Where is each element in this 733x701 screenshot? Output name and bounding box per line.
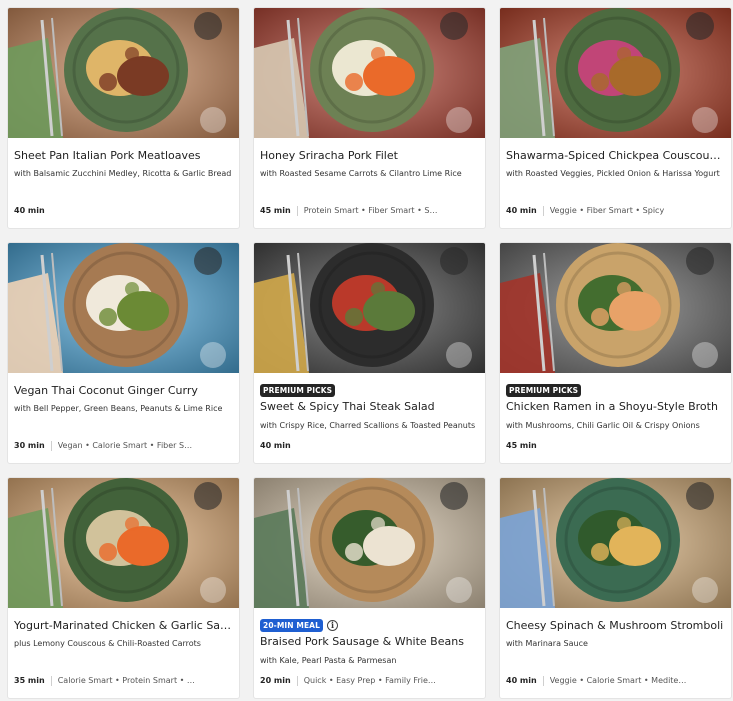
- recipe-title[interactable]: Vegan Thai Coconut Ginger Curry: [14, 384, 233, 398]
- recipe-subtitle: with Mushrooms, Chili Garlic Oil & Crisp…: [506, 421, 700, 430]
- recipe-title[interactable]: Cheesy Spinach & Mushroom Stromboli: [506, 619, 725, 633]
- recipe-photo[interactable]: [254, 8, 485, 138]
- recipe-subtitle: with Kale, Pearl Pasta & Parmesan: [260, 656, 397, 665]
- cook-time: 40 min: [506, 206, 537, 215]
- recipe-meta: 45 min: [506, 440, 725, 451]
- recipe-tags: Quick • Easy Prep • Family Frie…: [303, 676, 436, 685]
- food-image: [8, 8, 239, 138]
- recipe-tags: Veggie • Calorie Smart • Medite…: [549, 676, 687, 685]
- recipe-badge: PREMIUM PICKS: [506, 383, 582, 397]
- food-image: [500, 478, 731, 608]
- recipe-subtitle: with Crispy Rice, Charred Scallions & To…: [260, 421, 476, 430]
- meta-divider: [50, 675, 52, 686]
- recipe-info: Yogurt-Marinated Chicken & Garlic Sauce …: [14, 608, 233, 698]
- recipe-card[interactable]: PREMIUM PICKS Sweet & Spicy Thai Steak S…: [254, 243, 485, 463]
- cook-time: 40 min: [506, 676, 537, 685]
- recipe-card[interactable]: Yogurt-Marinated Chicken & Garlic Sauce …: [8, 478, 239, 698]
- recipe-title[interactable]: Yogurt-Marinated Chicken & Garlic Sauce: [14, 619, 233, 633]
- recipe-subtitle: with Roasted Veggies, Pickled Onion & Ha…: [506, 169, 720, 178]
- recipe-subtitle: with Roasted Sesame Carrots & Cilantro L…: [260, 169, 462, 178]
- recipe-info: Vegan Thai Coconut Ginger Curry with Bel…: [14, 373, 233, 463]
- meta-divider: [296, 205, 298, 216]
- recipe-photo[interactable]: [8, 478, 239, 608]
- info-icon[interactable]: i: [326, 619, 338, 631]
- recipe-info: PREMIUM PICKS Sweet & Spicy Thai Steak S…: [260, 373, 479, 463]
- recipe-photo[interactable]: [8, 243, 239, 373]
- recipe-tags: Protein Smart • Fiber Smart • S…: [303, 206, 438, 215]
- recipe-subtitle: with Balsamic Zucchini Medley, Ricotta &…: [14, 169, 232, 178]
- recipe-meta: 40 min: [14, 205, 233, 216]
- recipe-meta: 40 min: [260, 440, 479, 451]
- meta-divider: [542, 205, 544, 216]
- recipe-meta: 40 min Veggie • Fiber Smart • Spicy: [506, 205, 725, 216]
- meta-divider: [50, 440, 52, 451]
- recipe-tags: Vegan • Calorie Smart • Fiber S…: [57, 441, 193, 450]
- food-image: [500, 8, 731, 138]
- food-image: [8, 243, 239, 373]
- recipe-title[interactable]: Honey Sriracha Pork Filet: [260, 149, 479, 163]
- recipe-info: Sheet Pan Italian Pork Meatloaves with B…: [14, 138, 233, 228]
- recipe-grid: Sheet Pan Italian Pork Meatloaves with B…: [0, 0, 733, 701]
- cook-time: 45 min: [260, 206, 291, 215]
- recipe-subtitle: with Marinara Sauce: [506, 639, 588, 648]
- recipe-photo[interactable]: [254, 478, 485, 608]
- cook-time: 20 min: [260, 676, 291, 685]
- recipe-info: PREMIUM PICKS Chicken Ramen in a Shoyu-S…: [506, 373, 725, 463]
- cook-time: 40 min: [260, 441, 291, 450]
- recipe-info: Shawarma-Spiced Chickpea Couscous Bowls …: [506, 138, 725, 228]
- recipe-tags: Calorie Smart • Protein Smart • …: [57, 676, 195, 685]
- recipe-tags: Veggie • Fiber Smart • Spicy: [549, 206, 665, 215]
- recipe-meta: 30 min Vegan • Calorie Smart • Fiber S…: [14, 440, 233, 451]
- recipe-info: Honey Sriracha Pork Filet with Roasted S…: [260, 138, 479, 228]
- recipe-title[interactable]: Shawarma-Spiced Chickpea Couscous Bowls: [506, 149, 725, 163]
- food-image: [254, 8, 485, 138]
- recipe-card[interactable]: 20-MIN MEAL i Braised Pork Sausage & Whi…: [254, 478, 485, 698]
- cook-time: 45 min: [506, 441, 537, 450]
- recipe-photo[interactable]: [500, 478, 731, 608]
- recipe-meta: 20 min Quick • Easy Prep • Family Frie…: [260, 675, 479, 686]
- recipe-subtitle: with Bell Pepper, Green Beans, Peanuts &…: [14, 404, 223, 413]
- recipe-photo[interactable]: [500, 243, 731, 373]
- badge-row: 20-MIN MEAL i: [260, 618, 338, 632]
- recipe-photo[interactable]: [254, 243, 485, 373]
- cook-time: 35 min: [14, 676, 45, 685]
- recipe-card[interactable]: Shawarma-Spiced Chickpea Couscous Bowls …: [500, 8, 731, 228]
- cook-time: 40 min: [14, 206, 45, 215]
- recipe-info: 20-MIN MEAL i Braised Pork Sausage & Whi…: [260, 608, 479, 698]
- recipe-badge: PREMIUM PICKS: [260, 383, 336, 397]
- recipe-subtitle: plus Lemony Couscous & Chili-Roasted Car…: [14, 639, 201, 648]
- meta-divider: [542, 675, 544, 686]
- food-image: [8, 478, 239, 608]
- recipe-meta: 35 min Calorie Smart • Protein Smart • …: [14, 675, 233, 686]
- recipe-card[interactable]: Vegan Thai Coconut Ginger Curry with Bel…: [8, 243, 239, 463]
- recipe-card[interactable]: Sheet Pan Italian Pork Meatloaves with B…: [8, 8, 239, 228]
- recipe-photo[interactable]: [500, 8, 731, 138]
- meta-divider: [296, 675, 298, 686]
- recipe-title[interactable]: Chicken Ramen in a Shoyu-Style Broth: [506, 400, 725, 414]
- recipe-meta: 40 min Veggie • Calorie Smart • Medite…: [506, 675, 725, 686]
- recipe-title[interactable]: Sweet & Spicy Thai Steak Salad: [260, 400, 479, 414]
- recipe-card[interactable]: PREMIUM PICKS Chicken Ramen in a Shoyu-S…: [500, 243, 731, 463]
- cook-time: 30 min: [14, 441, 45, 450]
- recipe-card[interactable]: Honey Sriracha Pork Filet with Roasted S…: [254, 8, 485, 228]
- recipe-title[interactable]: Sheet Pan Italian Pork Meatloaves: [14, 149, 233, 163]
- food-image: [254, 478, 485, 608]
- recipe-photo[interactable]: [8, 8, 239, 138]
- badge-row: PREMIUM PICKS: [506, 383, 582, 397]
- recipe-badge: 20-MIN MEAL: [260, 618, 323, 632]
- food-image: [500, 243, 731, 373]
- recipe-info: Cheesy Spinach & Mushroom Stromboli with…: [506, 608, 725, 698]
- recipe-card[interactable]: Cheesy Spinach & Mushroom Stromboli with…: [500, 478, 731, 698]
- badge-row: PREMIUM PICKS: [260, 383, 336, 397]
- recipe-title[interactable]: Braised Pork Sausage & White Beans: [260, 635, 479, 649]
- food-image: [254, 243, 485, 373]
- recipe-meta: 45 min Protein Smart • Fiber Smart • S…: [260, 205, 479, 216]
